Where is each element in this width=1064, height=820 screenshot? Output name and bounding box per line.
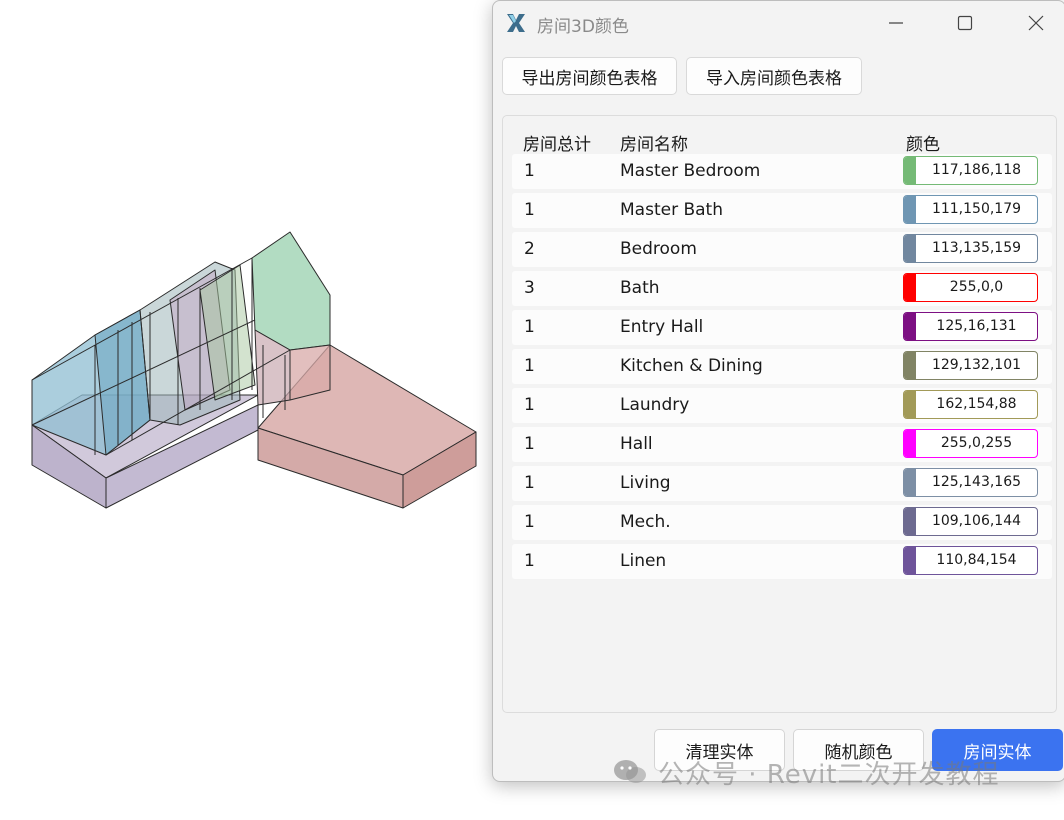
- minimize-icon: [889, 22, 903, 24]
- column-header-name: 房间名称: [620, 135, 688, 155]
- color-swatch-button[interactable]: 255,0,255: [903, 429, 1038, 458]
- color-indicator: [904, 547, 916, 574]
- room-count: 1: [524, 473, 535, 493]
- room-count: 1: [524, 551, 535, 571]
- table-row[interactable]: 1 Entry Hall 125,16,131: [512, 310, 1052, 345]
- wechat-icon: [614, 760, 646, 783]
- room-name: Entry Hall: [620, 317, 704, 337]
- color-indicator: [904, 313, 916, 340]
- room-count: 3: [524, 278, 535, 298]
- room-name: Bath: [620, 278, 660, 298]
- color-rgb-value: 110,84,154: [936, 552, 1017, 568]
- room-count: 2: [524, 239, 535, 259]
- color-indicator: [904, 391, 916, 418]
- color-indicator: [904, 469, 916, 496]
- watermark-text: 公众号 · Revit二次开发教程: [658, 759, 1000, 790]
- export-room-color-table-button[interactable]: 导出房间颜色表格: [502, 57, 677, 95]
- title-bar[interactable]: 房间3D颜色: [493, 1, 1064, 45]
- window-title: 房间3D颜色: [537, 17, 629, 37]
- color-rgb-value: 111,150,179: [931, 201, 1022, 217]
- app-logo-icon: [507, 14, 525, 32]
- color-indicator: [904, 157, 916, 184]
- room-count: 1: [524, 356, 535, 376]
- building-model-image: [31, 231, 477, 509]
- color-swatch-button[interactable]: 125,16,131: [903, 312, 1038, 341]
- maximize-icon: [957, 15, 973, 31]
- room-name: Living: [620, 473, 671, 493]
- table-rows: 1 Master Bedroom 117,186,118 1 Master Bath 11…: [512, 154, 1052, 583]
- color-swatch-button[interactable]: 113,135,159: [903, 234, 1038, 263]
- table-row[interactable]: 1 Mech. 109,106,144: [512, 505, 1052, 540]
- import-room-color-table-button[interactable]: 导入房间颜色表格: [686, 57, 862, 95]
- room-count: 1: [524, 512, 535, 532]
- column-header-count: 房间总计: [523, 135, 591, 155]
- color-indicator: [904, 352, 916, 379]
- table-row[interactable]: 1 Master Bath 111,150,179: [512, 193, 1052, 228]
- room-name: Kitchen & Dining: [620, 356, 763, 376]
- color-rgb-value: 129,132,101: [931, 357, 1022, 373]
- color-rgb-value: 117,186,118: [931, 162, 1022, 178]
- color-swatch-button[interactable]: 129,132,101: [903, 351, 1038, 380]
- color-rgb-value: 162,154,88: [936, 396, 1017, 412]
- color-swatch-button[interactable]: 111,150,179: [903, 195, 1038, 224]
- maximize-button[interactable]: [945, 9, 985, 37]
- room-count: 1: [524, 434, 535, 454]
- room-count: 1: [524, 317, 535, 337]
- color-rgb-value: 109,106,144: [931, 513, 1022, 529]
- minimize-button[interactable]: [876, 9, 916, 37]
- close-icon: [1028, 15, 1044, 31]
- color-rgb-value: 125,143,165: [931, 474, 1022, 490]
- table-row[interactable]: 1 Master Bedroom 117,186,118: [512, 154, 1052, 189]
- room-name: Laundry: [620, 395, 690, 415]
- room-count: 1: [524, 200, 535, 220]
- color-rgb-value: 255,0,255: [940, 435, 1013, 451]
- color-rgb-value: 255,0,0: [949, 279, 1004, 295]
- column-header-color: 颜色: [906, 135, 940, 155]
- color-indicator: [904, 196, 916, 223]
- room-name: Hall: [620, 434, 653, 454]
- table-row[interactable]: 1 Laundry 162,154,88: [512, 388, 1052, 423]
- color-swatch-button[interactable]: 255,0,0: [903, 273, 1038, 302]
- room-color-table: 房间总计 房间名称 颜色 1 Master Bedroom 117,186,118 1…: [502, 115, 1057, 713]
- room-name: Master Bedroom: [620, 161, 761, 181]
- color-indicator: [904, 508, 916, 535]
- table-row[interactable]: 3 Bath 255,0,0: [512, 271, 1052, 306]
- watermark: 公众号 · Revit二次开发教程: [612, 752, 1000, 792]
- table-row[interactable]: 1 Living 125,143,165: [512, 466, 1052, 501]
- room-3d-color-dialog: 房间3D颜色 导出房间颜色表格 导入房间颜色表格 房间总计 房间名称 颜色 1 M…: [492, 0, 1064, 782]
- close-button[interactable]: [1016, 9, 1056, 37]
- color-rgb-value: 125,16,131: [936, 318, 1017, 334]
- table-row[interactable]: 2 Bedroom 113,135,159: [512, 232, 1052, 267]
- room-count: 1: [524, 161, 535, 181]
- color-swatch-button[interactable]: 162,154,88: [903, 390, 1038, 419]
- color-swatch-button[interactable]: 125,143,165: [903, 468, 1038, 497]
- room-name: Mech.: [620, 512, 671, 532]
- color-swatch-button[interactable]: 109,106,144: [903, 507, 1038, 536]
- color-swatch-button[interactable]: 117,186,118: [903, 156, 1038, 185]
- color-indicator: [904, 430, 916, 457]
- room-name: Bedroom: [620, 239, 697, 259]
- table-row[interactable]: 1 Kitchen & Dining 129,132,101: [512, 349, 1052, 384]
- color-indicator: [904, 274, 916, 301]
- room-count: 1: [524, 395, 535, 415]
- room-name: Master Bath: [620, 200, 723, 220]
- room-name: Linen: [620, 551, 667, 571]
- color-indicator: [904, 235, 916, 262]
- table-row[interactable]: 1 Hall 255,0,255: [512, 427, 1052, 462]
- revit-3d-view[interactable]: [0, 0, 490, 816]
- table-row[interactable]: 1 Linen 110,84,154: [512, 544, 1052, 579]
- color-rgb-value: 113,135,159: [931, 240, 1022, 256]
- color-swatch-button[interactable]: 110,84,154: [903, 546, 1038, 575]
